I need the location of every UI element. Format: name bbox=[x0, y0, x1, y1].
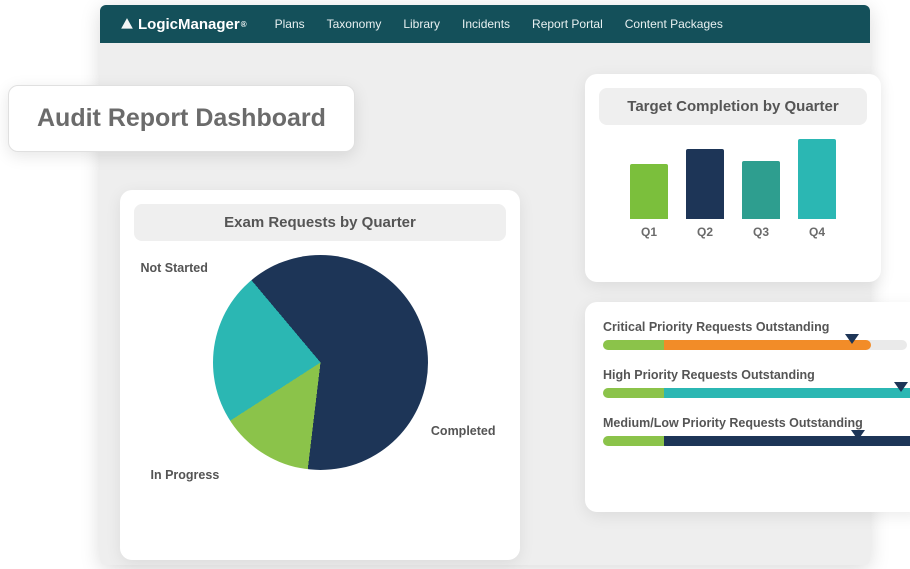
progress-row: Critical Priority Requests Outstanding bbox=[603, 320, 907, 350]
nav-items: Plans Taxonomy Library Incidents Report … bbox=[275, 17, 723, 31]
tm-mark: ® bbox=[241, 20, 247, 29]
progress-card: Critical Priority Requests Outstanding Hi… bbox=[585, 302, 910, 512]
nav-item-taxonomy[interactable]: Taxonomy bbox=[327, 17, 382, 31]
bar-col: Q1 bbox=[630, 164, 668, 239]
bar-col: Q2 bbox=[686, 149, 724, 239]
page-title-card: Audit Report Dashboard bbox=[8, 85, 355, 152]
pie-label-in-progress: In Progress bbox=[151, 468, 220, 482]
bar bbox=[798, 139, 836, 219]
pie-chart-card: Exam Requests by Quarter Not Started Com… bbox=[120, 190, 520, 560]
progress-bar bbox=[603, 436, 907, 446]
bar-col: Q4 bbox=[798, 139, 836, 239]
progress-seg-2 bbox=[664, 388, 910, 398]
progress-bar bbox=[603, 388, 907, 398]
progress-seg-1 bbox=[603, 340, 664, 350]
pie-chart bbox=[213, 255, 428, 470]
progress-seg-2 bbox=[664, 436, 910, 446]
progress-marker-icon bbox=[845, 334, 859, 344]
page-title: Audit Report Dashboard bbox=[37, 104, 326, 133]
bar-label: Q4 bbox=[809, 225, 825, 239]
nav-item-library[interactable]: Library bbox=[403, 17, 440, 31]
pie-label-not-started: Not Started bbox=[141, 261, 208, 275]
bar bbox=[742, 161, 780, 219]
bar-chart-card: Target Completion by Quarter Q1 Q2 Q3 Q4 bbox=[585, 74, 881, 282]
progress-seg-1 bbox=[603, 436, 664, 446]
logo-icon bbox=[120, 17, 134, 31]
progress-seg-2 bbox=[664, 340, 871, 350]
progress-marker-icon bbox=[851, 430, 865, 440]
nav-item-incidents[interactable]: Incidents bbox=[462, 17, 510, 31]
progress-seg-1 bbox=[603, 388, 664, 398]
nav-item-content-packages[interactable]: Content Packages bbox=[625, 17, 723, 31]
bar-label: Q1 bbox=[641, 225, 657, 239]
pie-label-completed: Completed bbox=[431, 424, 496, 438]
bar-chart: Q1 Q2 Q3 Q4 bbox=[585, 139, 881, 239]
pie-chart-title: Exam Requests by Quarter bbox=[134, 204, 506, 241]
progress-bar bbox=[603, 340, 907, 350]
progress-marker-icon bbox=[894, 382, 908, 392]
bar-chart-title: Target Completion by Quarter bbox=[599, 88, 867, 125]
progress-title: Medium/Low Priority Requests Outstanding bbox=[603, 416, 907, 430]
progress-row: Medium/Low Priority Requests Outstanding bbox=[603, 416, 907, 446]
progress-title: High Priority Requests Outstanding bbox=[603, 368, 907, 382]
nav-item-plans[interactable]: Plans bbox=[275, 17, 305, 31]
bar bbox=[686, 149, 724, 219]
navbar: LogicManager ® Plans Taxonomy Library In… bbox=[100, 5, 870, 43]
brand-text: LogicManager bbox=[138, 16, 240, 33]
nav-item-report-portal[interactable]: Report Portal bbox=[532, 17, 603, 31]
progress-title: Critical Priority Requests Outstanding bbox=[603, 320, 907, 334]
pie-chart-wrap: Not Started Completed In Progress bbox=[213, 255, 428, 470]
bar bbox=[630, 164, 668, 219]
bar-label: Q2 bbox=[697, 225, 713, 239]
brand-logo[interactable]: LogicManager ® bbox=[120, 16, 247, 33]
progress-row: High Priority Requests Outstanding bbox=[603, 368, 907, 398]
bar-col: Q3 bbox=[742, 161, 780, 239]
bar-label: Q3 bbox=[753, 225, 769, 239]
